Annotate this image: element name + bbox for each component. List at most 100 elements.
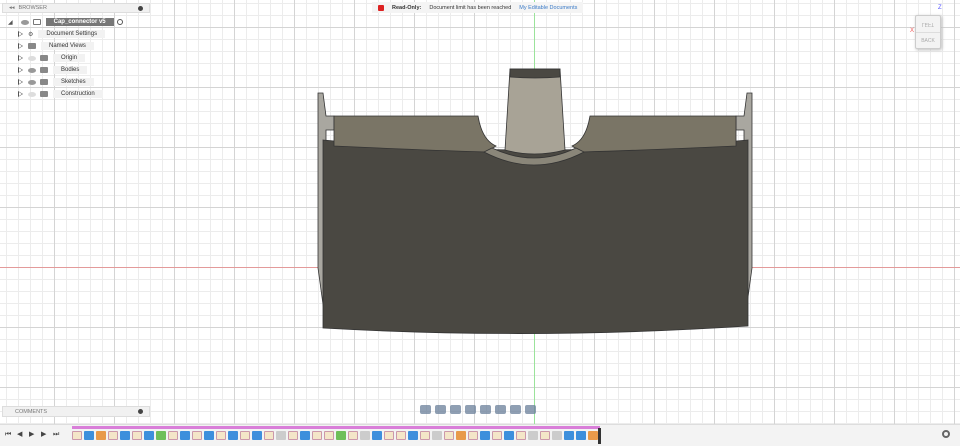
- timeline-sketch-icon[interactable]: [108, 431, 118, 440]
- browser-item[interactable]: Named Views: [18, 40, 123, 52]
- timeline-fillet-icon[interactable]: [96, 431, 106, 440]
- browser-item[interactable]: Bodies: [18, 64, 123, 76]
- root-label[interactable]: Cap_connector v5: [45, 18, 114, 26]
- timeline-sketch-icon[interactable]: [324, 431, 334, 440]
- status-label: Read-Only:: [392, 4, 422, 11]
- eye-icon[interactable]: [28, 79, 36, 85]
- timeline-sketch-icon[interactable]: [288, 431, 298, 440]
- timeline-sketch-icon[interactable]: [396, 431, 406, 440]
- eye-icon[interactable]: [28, 67, 36, 73]
- expand-icon[interactable]: [18, 91, 23, 97]
- orbit-icon[interactable]: [420, 405, 431, 414]
- folder-icon: [40, 91, 48, 97]
- look-at-icon[interactable]: [435, 405, 446, 414]
- timeline-sketch-icon[interactable]: [192, 431, 202, 440]
- viewcube-top-face[interactable]: LEFT: [916, 21, 940, 27]
- settings-gear-icon[interactable]: [942, 430, 950, 438]
- timeline-other-icon[interactable]: [528, 431, 538, 440]
- browser-panel-header[interactable]: ◂◂ BROWSER: [2, 3, 150, 13]
- browser-item[interactable]: Construction: [18, 88, 123, 100]
- activate-icon[interactable]: [116, 19, 123, 25]
- viewcube-front-face[interactable]: BACK: [916, 32, 940, 44]
- timeline-pattern-icon[interactable]: [156, 431, 166, 440]
- model-viewport[interactable]: [0, 0, 960, 446]
- viewports-icon[interactable]: [525, 405, 536, 414]
- collapse-icon[interactable]: ◂◂: [9, 5, 15, 11]
- eye-icon[interactable]: [20, 19, 29, 25]
- expand-icon[interactable]: [18, 67, 23, 73]
- timeline-pattern-icon[interactable]: [336, 431, 346, 440]
- timeline-extrude-icon[interactable]: [144, 431, 154, 440]
- timeline-other-icon[interactable]: [432, 431, 442, 440]
- expand-icon[interactable]: [18, 43, 23, 49]
- expand-icon[interactable]: ◢: [8, 19, 13, 26]
- display-settings-icon[interactable]: [495, 405, 506, 414]
- browser-item[interactable]: ⚙ Document Settings: [18, 28, 123, 40]
- timeline-extrude-icon[interactable]: [576, 431, 586, 440]
- status-message: Document limit has been reached: [429, 4, 512, 11]
- component-icon: [32, 19, 41, 25]
- timeline-sketch-icon[interactable]: [516, 431, 526, 440]
- view-cube[interactable]: LEFT BACK: [915, 15, 941, 49]
- timeline-marker[interactable]: [598, 428, 601, 444]
- timeline-other-icon[interactable]: [360, 431, 370, 440]
- timeline-other-icon[interactable]: [552, 431, 562, 440]
- timeline-sketch-icon[interactable]: [72, 431, 82, 440]
- timeline-sketch-icon[interactable]: [312, 431, 322, 440]
- browser-item[interactable]: Sketches: [18, 76, 123, 88]
- timeline-sketch-icon[interactable]: [492, 431, 502, 440]
- browser-item-label: Construction: [53, 90, 103, 98]
- timeline-sketch-icon[interactable]: [216, 431, 226, 440]
- timeline-extrude-icon[interactable]: [252, 431, 262, 440]
- expand-icon[interactable]: [18, 79, 23, 85]
- play-icon[interactable]: ▶: [29, 431, 36, 438]
- timeline-sketch-icon[interactable]: [132, 431, 142, 440]
- timeline-sketch-icon[interactable]: [264, 431, 274, 440]
- right-ledge: [571, 115, 737, 153]
- timeline-sketch-icon[interactable]: [540, 431, 550, 440]
- my-editable-documents-link[interactable]: My Editable Documents: [519, 5, 577, 11]
- timeline-fillet-icon[interactable]: [588, 431, 598, 440]
- go-to-start-icon[interactable]: ⏮: [5, 431, 12, 438]
- zoom-window-icon[interactable]: [465, 405, 476, 414]
- expand-icon[interactable]: [18, 55, 23, 61]
- timeline-sketch-icon[interactable]: [168, 431, 178, 440]
- browser-title: BROWSER: [18, 5, 47, 11]
- step-forward-icon[interactable]: ▶: [41, 431, 48, 438]
- browser-item-label: Origin: [53, 54, 86, 62]
- timeline-sketch-icon[interactable]: [240, 431, 250, 440]
- timeline-other-icon[interactable]: [276, 431, 286, 440]
- browser-root[interactable]: ◢ Cap_connector v5: [8, 16, 123, 28]
- x-axis-label: X: [910, 28, 915, 34]
- timeline-extrude-icon[interactable]: [408, 431, 418, 440]
- timeline-extrude-icon[interactable]: [564, 431, 574, 440]
- grid-settings-icon[interactable]: [510, 405, 521, 414]
- step-back-icon[interactable]: ◀: [17, 431, 24, 438]
- go-to-end-icon[interactable]: ⏭: [53, 431, 60, 438]
- eye-icon[interactable]: [28, 91, 36, 97]
- timeline-extrude-icon[interactable]: [300, 431, 310, 440]
- timeline-extrude-icon[interactable]: [204, 431, 214, 440]
- comments-panel[interactable]: COMMENTS: [2, 406, 150, 417]
- lock-icon: [378, 4, 384, 11]
- timeline-extrude-icon[interactable]: [480, 431, 490, 440]
- timeline-sketch-icon[interactable]: [420, 431, 430, 440]
- timeline-sketch-icon[interactable]: [444, 431, 454, 440]
- timeline-extrude-icon[interactable]: [120, 431, 130, 440]
- browser-item[interactable]: Origin: [18, 52, 123, 64]
- zoom-icon[interactable]: [480, 405, 491, 414]
- pan-icon[interactable]: [450, 405, 461, 414]
- timeline-sketch-icon[interactable]: [468, 431, 478, 440]
- timeline-extrude-icon[interactable]: [84, 431, 94, 440]
- timeline-extrude-icon[interactable]: [180, 431, 190, 440]
- timeline-sketch-icon[interactable]: [348, 431, 358, 440]
- pin-icon[interactable]: [138, 5, 143, 11]
- eye-icon[interactable]: [28, 55, 36, 61]
- add-comment-icon[interactable]: [138, 409, 143, 414]
- timeline-extrude-icon[interactable]: [504, 431, 514, 440]
- timeline-extrude-icon[interactable]: [228, 431, 238, 440]
- expand-icon[interactable]: [18, 31, 23, 37]
- timeline-fillet-icon[interactable]: [456, 431, 466, 440]
- timeline-sketch-icon[interactable]: [384, 431, 394, 440]
- timeline-extrude-icon[interactable]: [372, 431, 382, 440]
